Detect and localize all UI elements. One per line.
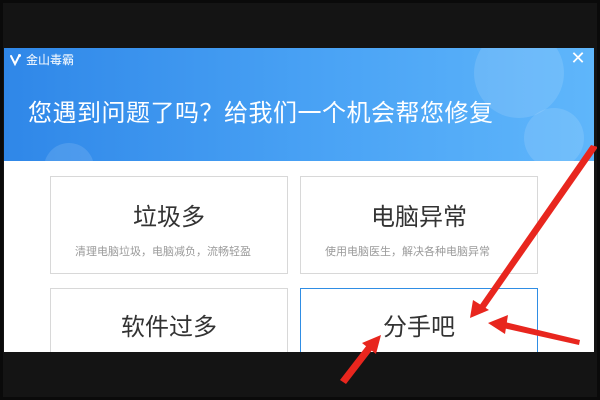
option-card-pc-abnormal[interactable]: 电脑异常 使用电脑医生，解决各种电脑异常: [300, 176, 538, 274]
uninstall-dialog: 金山毒霸 ✕ 您遇到问题了吗？给我们一个机会帮您修复 垃圾多 清理电脑垃圾，电脑…: [4, 48, 594, 352]
option-card-break-up[interactable]: 分手吧: [300, 288, 538, 352]
dialog-headline: 您遇到问题了吗？给我们一个机会帮您修复: [28, 99, 494, 127]
card-description: 清理电脑垃圾，电脑减负，流畅轻盈: [75, 245, 251, 258]
option-card-junk[interactable]: 垃圾多 清理电脑垃圾，电脑减负，流畅轻盈: [50, 176, 288, 274]
close-button[interactable]: ✕: [568, 49, 588, 69]
dialog-header: 金山毒霸 ✕ 您遇到问题了吗？给我们一个机会帮您修复: [4, 48, 594, 161]
option-card-too-many-software[interactable]: 软件过多: [50, 288, 288, 352]
card-description: 使用电脑医生，解决各种电脑异常: [325, 245, 490, 258]
close-icon: ✕: [570, 48, 586, 69]
decorative-bubble: [524, 108, 584, 161]
card-title: 软件过多: [121, 313, 217, 341]
decorative-bubble: [44, 143, 94, 161]
card-title: 电脑异常: [371, 203, 467, 231]
app-title: 金山毒霸: [26, 53, 75, 67]
card-title: 垃圾多: [133, 203, 205, 231]
kingsoft-logo-icon: [10, 54, 21, 67]
card-title: 分手吧: [383, 313, 455, 341]
